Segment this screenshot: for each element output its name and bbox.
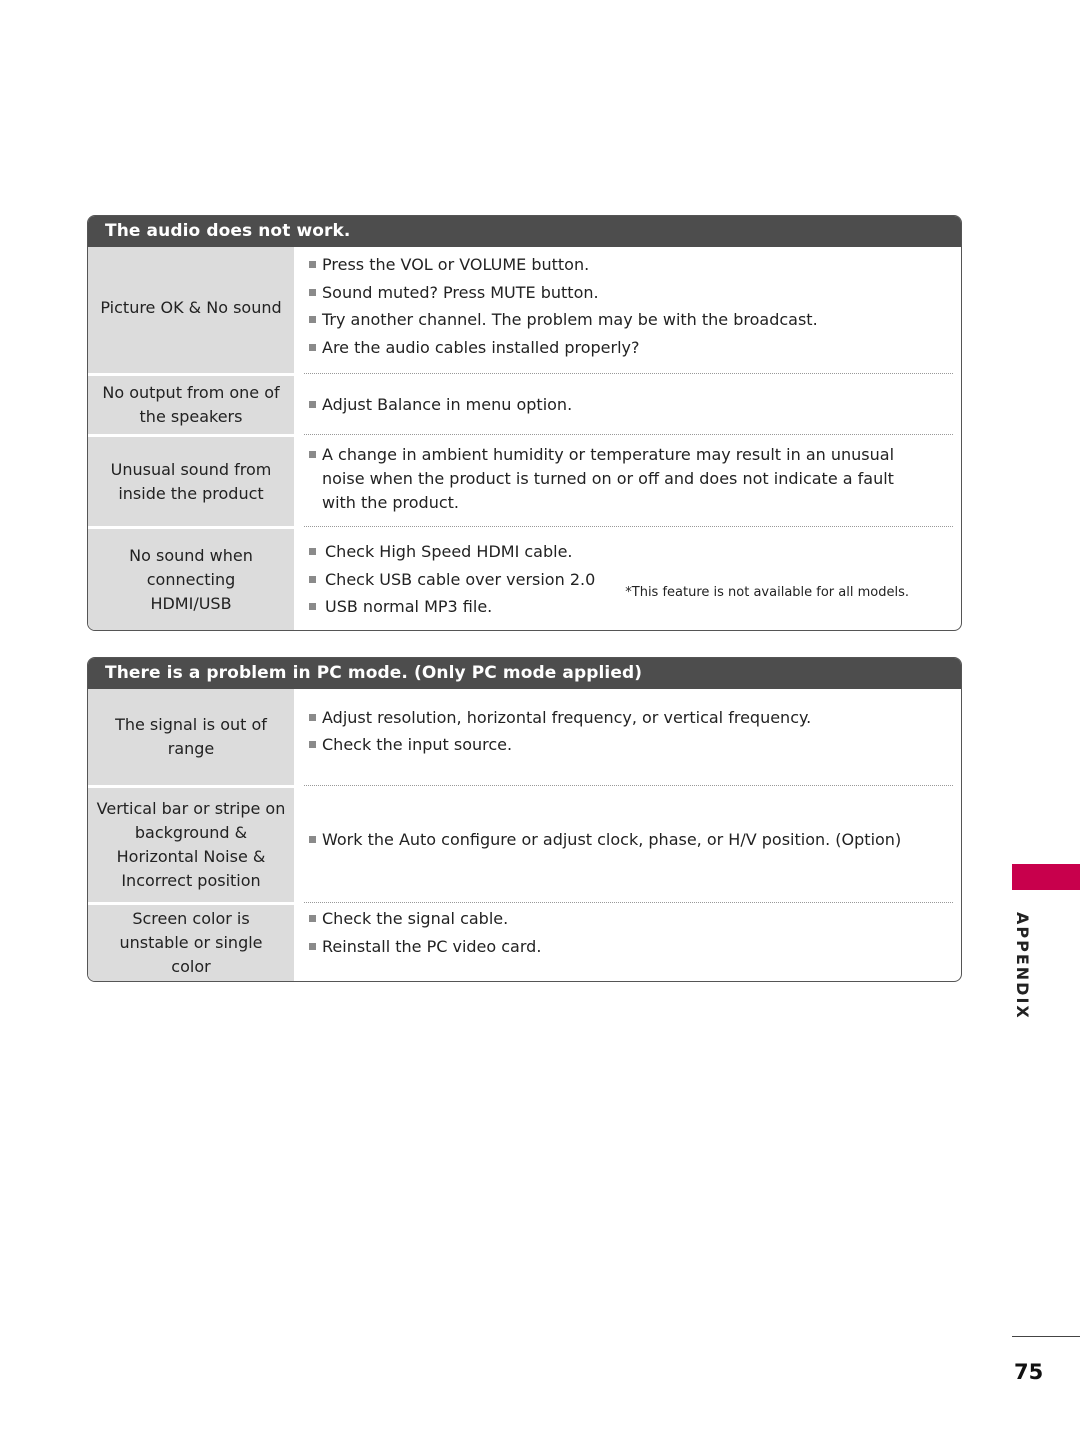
section-title: The audio does not work. <box>88 216 961 247</box>
cause-text: The signal is out of range <box>115 715 267 758</box>
solution-cell: Work the Auto configure or adjust clock,… <box>294 785 961 902</box>
solution-item: Press the VOL or VOLUME button. <box>308 251 951 279</box>
cause-text: Screen color is unstable or single color <box>119 909 263 976</box>
solution-item: Sound muted? Press MUTE button. <box>308 279 951 307</box>
availability-footnote: *This feature is not available for all m… <box>625 585 909 600</box>
table-row: Picture OK & No sound Press the VOL or V… <box>88 247 961 373</box>
cause-text: Unusual sound from inside the product <box>110 459 272 503</box>
solution-cell: Press the VOL or VOLUME button. Sound mu… <box>294 247 961 373</box>
solution-item: Check High Speed HDMI cable. <box>308 538 951 566</box>
section-title: There is a problem in PC mode. (Only PC … <box>88 658 961 689</box>
pc-mode-troubleshooting-table: There is a problem in PC mode. (Only PC … <box>87 657 962 982</box>
solution-item: A change in ambient humidity or temperat… <box>308 443 911 515</box>
cause-text: Picture OK & No sound <box>100 298 282 317</box>
cause-cell: Picture OK & No sound <box>88 247 294 373</box>
table-row: No output from one of the speakers Adjus… <box>88 373 961 434</box>
page-number-divider <box>1012 1336 1080 1337</box>
cause-cell: Screen color is unstable or single color <box>88 905 294 981</box>
cause-cell: The signal is out of range <box>88 689 294 785</box>
table-row: The signal is out of range Adjust resolu… <box>88 689 961 785</box>
solution-cell: A change in ambient humidity or temperat… <box>294 434 961 526</box>
solution-item: Work the Auto configure or adjust clock,… <box>308 826 951 854</box>
audio-troubleshooting-table: The audio does not work. Picture OK & No… <box>87 215 962 631</box>
table-row: Screen color is unstable or single color… <box>88 902 961 981</box>
solution-cell: Check the signal cable. Reinstall the PC… <box>294 902 961 981</box>
cause-text: No sound when connecting HDMI/USB <box>129 545 253 613</box>
cause-cell: No output from one of the speakers <box>88 376 294 434</box>
cause-cell: Unusual sound from inside the product <box>88 437 294 526</box>
appendix-side-tab <box>1012 864 1080 890</box>
solution-item: Are the audio cables installed properly? <box>308 334 951 362</box>
solution-item: Try another channel. The problem may be … <box>308 306 951 334</box>
page-number: 75 <box>1014 1360 1044 1384</box>
solution-item: Check the signal cable. <box>308 905 951 933</box>
solution-item: Reinstall the PC video card. <box>308 933 951 961</box>
table-row: No sound when connecting HDMI/USB Check … <box>88 526 961 630</box>
cause-text: No output from one of the speakers <box>102 383 280 426</box>
solution-item: Adjust resolution, horizontal frequency,… <box>308 704 951 732</box>
cause-text: Vertical bar or stripe on background & H… <box>96 799 286 890</box>
solution-cell: Adjust Balance in menu option. <box>294 373 961 434</box>
appendix-section-label: APPENDIX <box>1013 912 1032 1020</box>
cause-cell: Vertical bar or stripe on background & H… <box>88 788 294 902</box>
cause-cell: No sound when connecting HDMI/USB <box>88 529 294 630</box>
table-row: Vertical bar or stripe on background & H… <box>88 785 961 902</box>
solution-cell: Check High Speed HDMI cable. Check USB c… <box>294 526 961 630</box>
solution-item: Adjust Balance in menu option. <box>308 391 951 419</box>
table-row: Unusual sound from inside the product A … <box>88 434 961 526</box>
solution-item: Check the input source. <box>308 731 951 759</box>
solution-cell: Adjust resolution, horizontal frequency,… <box>294 689 961 785</box>
